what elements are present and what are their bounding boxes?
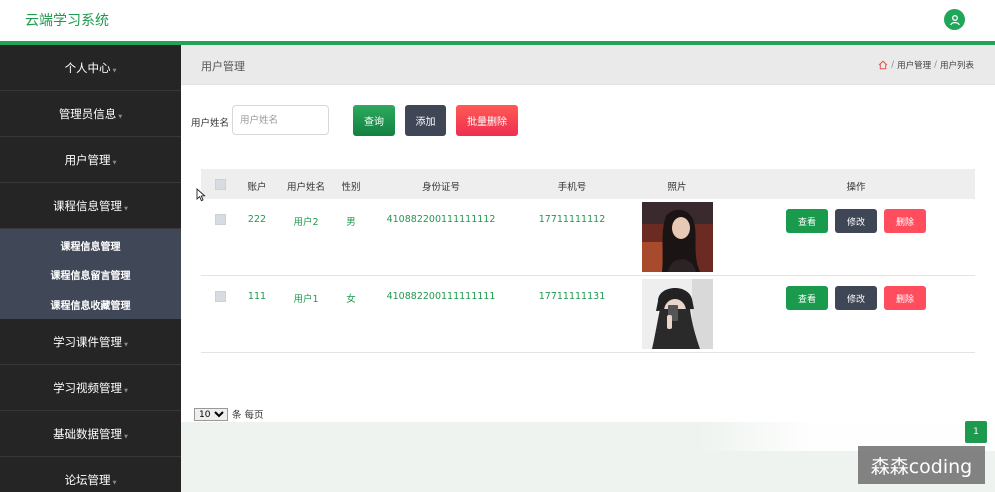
row-actions: 查看 修改 删除 <box>786 286 926 310</box>
user-photo[interactable] <box>642 279 713 349</box>
breadcrumb-separator: / <box>934 60 937 70</box>
batch-delete-button[interactable]: 批量删除 <box>456 105 518 136</box>
mouse-pointer-icon <box>196 187 206 205</box>
chevron-down-icon: ▼ <box>112 67 117 74</box>
chevron-down-icon: ▼ <box>124 341 128 348</box>
header-actions: 操作 <box>846 182 866 193</box>
cell-name: 用户2 <box>293 217 319 228</box>
sidebar-item-courseware[interactable]: 学习课件管理 ▼ <box>0 319 181 365</box>
row-checkbox[interactable] <box>215 214 226 225</box>
cell-name: 用户1 <box>293 294 319 305</box>
row-checkbox[interactable] <box>215 291 226 302</box>
header-photo: 照片 <box>667 182 687 193</box>
sidebar-item-personal-center[interactable]: 个人中心 ▼ <box>0 45 181 91</box>
header-id-number: 身份证号 <box>421 182 460 193</box>
main-content: 用户管理 / 用户管理 / 用户列表 用户姓名 查询 添加 批量删除 账户 用户… <box>181 45 995 492</box>
table-row: 111 用户1 女 410882200111111111 17711111131 <box>201 276 975 353</box>
sidebar-item-basic-data[interactable]: 基础数据管理 ▼ <box>0 411 181 457</box>
per-page-label: 条 每页 <box>232 410 264 421</box>
page-title: 用户管理 <box>201 60 245 73</box>
sidebar-item-forum[interactable]: 论坛管理 ▼ <box>0 457 181 492</box>
cell-id-number: 410882200111111112 <box>386 214 496 225</box>
sidebar-item-admin-info[interactable]: 管理员信息 ▼ <box>0 91 181 137</box>
chevron-down-icon: ▼ <box>118 113 123 120</box>
delete-button[interactable]: 删除 <box>884 209 926 233</box>
sidebar-item-label: 用户管理 <box>64 152 111 167</box>
search-label: 用户姓名 <box>191 118 230 129</box>
edit-button[interactable]: 修改 <box>835 286 877 310</box>
breadcrumb-item[interactable]: 用户管理 <box>897 59 931 71</box>
sidebar-item-label: 基础数据管理 <box>53 426 123 441</box>
sidebar: 个人中心 ▼ 管理员信息 ▼ 用户管理 ▼ 课程信息管理 ▼ 课程信息管理 课程信息留言… <box>0 45 181 492</box>
top-bar: 云端学习系统 <box>0 0 995 42</box>
sidebar-item-label: 论坛管理 <box>64 472 111 487</box>
query-button[interactable]: 查询 <box>353 105 395 136</box>
breadcrumb: / 用户管理 / 用户列表 <box>878 59 974 71</box>
page-size-select[interactable]: 10 <box>194 407 228 421</box>
page-header: 用户管理 / 用户管理 / 用户列表 <box>181 45 995 85</box>
cell-gender: 女 <box>346 294 356 305</box>
header-account: 账户 <box>247 182 267 193</box>
user-table: 账户 用户姓名 性别 身份证号 手机号 照片 操作 222 用户2 男 4108… <box>201 169 975 353</box>
page-size-control: 10 条 每页 <box>194 407 264 421</box>
row-actions: 查看 修改 删除 <box>786 209 926 233</box>
cell-id-number: 410882200111111111 <box>386 291 496 302</box>
chevron-down-icon: ▼ <box>124 433 128 440</box>
cell-account: 222 <box>247 214 267 225</box>
breadcrumb-separator: / <box>891 60 895 70</box>
watermark: 森森coding <box>858 446 985 484</box>
home-icon[interactable] <box>878 60 888 70</box>
header-phone: 手机号 <box>557 182 587 193</box>
sidebar-item-label: 学习课件管理 <box>53 334 123 349</box>
add-button[interactable]: 添加 <box>405 105 446 136</box>
submenu-item-course-comments[interactable]: 课程信息留言管理 <box>0 259 181 289</box>
list-panel: 用户姓名 查询 添加 批量删除 账户 用户姓名 性别 身份证号 手机号 照片 操… <box>181 85 995 451</box>
sidebar-item-label: 课程信息管理 <box>53 198 123 213</box>
table-row: 222 用户2 男 410882200111111112 17711111112 <box>201 199 975 276</box>
page-number-button[interactable]: 1 <box>965 421 987 443</box>
submenu-item-course-favorites[interactable]: 课程信息收藏管理 <box>0 289 181 319</box>
view-button[interactable]: 查看 <box>786 286 828 310</box>
table-header: 账户 用户姓名 性别 身份证号 手机号 照片 操作 <box>201 169 975 199</box>
chevron-down-icon: ▼ <box>112 159 117 166</box>
user-avatar-button[interactable] <box>944 9 965 30</box>
app-title: 云端学习系统 <box>25 13 109 29</box>
user-icon <box>949 14 960 25</box>
sidebar-item-user-management[interactable]: 用户管理 ▼ <box>0 137 181 183</box>
select-all-checkbox[interactable] <box>215 179 226 190</box>
chevron-down-icon: ▼ <box>124 387 128 394</box>
user-photo[interactable] <box>642 202 713 272</box>
chevron-down-icon: ▼ <box>124 205 128 212</box>
sidebar-item-course-info[interactable]: 课程信息管理 ▼ <box>0 183 181 229</box>
chevron-down-icon: ▼ <box>112 479 117 486</box>
cell-account: 111 <box>247 291 267 302</box>
cell-phone: 17711111131 <box>538 291 606 302</box>
username-search-input[interactable] <box>232 105 329 135</box>
submenu-item-course-info[interactable]: 课程信息管理 <box>0 229 181 259</box>
header-gender: 性别 <box>341 182 361 193</box>
sidebar-submenu: 课程信息管理 课程信息留言管理 课程信息收藏管理 <box>0 229 181 319</box>
sidebar-item-label: 个人中心 <box>64 60 111 75</box>
sidebar-item-video[interactable]: 学习视频管理 ▼ <box>0 365 181 411</box>
sidebar-item-label: 学习视频管理 <box>53 380 123 395</box>
delete-button[interactable]: 删除 <box>884 286 926 310</box>
header-name: 用户姓名 <box>286 182 325 193</box>
view-button[interactable]: 查看 <box>786 209 828 233</box>
cell-phone: 17711111112 <box>538 214 606 225</box>
edit-button[interactable]: 修改 <box>835 209 877 233</box>
breadcrumb-item: 用户列表 <box>939 61 974 71</box>
cell-gender: 男 <box>346 217 356 228</box>
sidebar-item-label: 管理员信息 <box>58 106 117 121</box>
